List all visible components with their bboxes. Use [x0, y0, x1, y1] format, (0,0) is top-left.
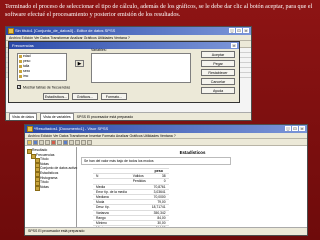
- variables-label: Variables:: [91, 48, 107, 52]
- statistics-button[interactable]: Estadísticos...: [43, 93, 69, 100]
- format-button[interactable]: Formato...: [101, 93, 127, 100]
- help-button[interactable]: Ayuda: [201, 87, 235, 94]
- statistics-table: peso N Válidos 38 Perdidos 0 Media 70,8761 Erro…: [93, 167, 169, 235]
- close-icon[interactable]: ×: [299, 126, 305, 131]
- data-editor-titlebar: Sin título1 [Conjunto_de_datos0] - Edito…: [6, 27, 251, 35]
- dialog-controls: ×: [231, 43, 237, 48]
- minimize-icon[interactable]: _: [229, 28, 235, 33]
- promote-icon[interactable]: [69, 140, 74, 145]
- collapse-icon[interactable]: [87, 140, 92, 145]
- cancel-button[interactable]: Cancelar: [201, 78, 235, 85]
- maximize-icon[interactable]: □: [236, 28, 242, 33]
- accept-button[interactable]: Aceptar: [201, 51, 235, 58]
- export-icon[interactable]: [51, 140, 56, 145]
- charts-button[interactable]: Gráficos...: [72, 93, 98, 100]
- selected-variables-list[interactable]: [91, 53, 191, 83]
- reset-button[interactable]: Restablecer: [201, 69, 235, 76]
- status-text: SPSS El procesador está preparado: [28, 229, 85, 233]
- slide: Terminado el proceso de seleccionar el t…: [0, 0, 320, 240]
- window-controls: _ □ ×: [285, 126, 305, 131]
- goto-data-icon[interactable]: [57, 140, 62, 145]
- paste-button[interactable]: Pegar: [201, 60, 235, 67]
- variable-item[interactable]: imc: [18, 74, 66, 79]
- open-file-icon[interactable]: [27, 140, 32, 145]
- demote-icon[interactable]: [75, 140, 80, 145]
- show-frequency-tables-checkbox[interactable]: Mostrar tablas de frecuencias: [17, 84, 71, 90]
- maximize-icon[interactable]: □: [292, 126, 298, 131]
- output-viewer-titlebar: *Resultados1 [Documento1] - Visor SPSS _…: [25, 125, 307, 133]
- checkbox-checked-icon[interactable]: [17, 84, 21, 89]
- slide-caption: Terminado el proceso de seleccionar el t…: [5, 4, 313, 19]
- output-viewer-toolbar: [25, 139, 307, 146]
- frequencies-dialog: Frecuencias × edad peso talla sexo imc ▶…: [8, 41, 240, 103]
- preview-icon[interactable]: [45, 140, 50, 145]
- dialog-button-column: Aceptar Pegar Restablecer Cancelar Ayuda: [201, 51, 235, 96]
- print-icon[interactable]: [39, 140, 44, 145]
- tab-data-view[interactable]: Vista de datos: [9, 113, 38, 120]
- close-icon[interactable]: ×: [231, 43, 237, 48]
- spss-app-icon: [8, 28, 14, 34]
- data-editor-window: Sin título1 [Conjunto_de_datos0] - Edito…: [5, 26, 252, 121]
- data-editor-statusbar: Vista de datos Vista de variables SPSS E…: [6, 112, 251, 120]
- output-outline-pane: Resultado Frecuencias Título Notas Conju…: [25, 147, 77, 227]
- output-viewer-title: *Resultados1 [Documento1] - Visor SPSS: [34, 126, 109, 131]
- checkbox-label: Mostrar tablas de frecuencias: [23, 85, 71, 90]
- output-viewer-statusbar: SPSS El procesador está preparado: [25, 227, 307, 235]
- dialog-bottom-buttons: Estadísticos... Gráficos... Formato...: [43, 93, 127, 102]
- move-variable-button[interactable]: ▶: [75, 60, 84, 67]
- minimize-icon[interactable]: _: [285, 126, 291, 131]
- chart-icon[interactable]: [63, 140, 68, 145]
- spss-viewer-icon: [27, 126, 33, 132]
- statistic-label: Error típ. de la media: [93, 188, 130, 195]
- data-editor-title: Sin título1 [Conjunto_de_datos0] - Edito…: [15, 28, 116, 33]
- close-icon[interactable]: ×: [243, 28, 249, 33]
- frequencies-dialog-title: Frecuencias: [12, 43, 34, 48]
- frequencies-dialog-titlebar: Frecuencias ×: [9, 42, 239, 49]
- window-controls: _ □ ×: [229, 28, 249, 33]
- tab-variable-view[interactable]: Vista de variables: [40, 113, 74, 120]
- save-icon[interactable]: [33, 140, 38, 145]
- status-text: SPSS El procesador está preparado: [76, 115, 134, 119]
- statistics-heading: Estadísticos: [179, 150, 206, 155]
- source-variable-list[interactable]: edad peso talla sexo imc: [17, 53, 67, 81]
- expand-icon[interactable]: [81, 140, 86, 145]
- output-content-pane: Estadísticos Se han del valor más bajo d…: [78, 147, 307, 235]
- outline-node-notes-2[interactable]: Notas: [35, 185, 75, 191]
- statistics-footnote: Se han del valor más bajo de todos los m…: [81, 157, 231, 165]
- output-viewer-window: *Resultados1 [Documento1] - Visor SPSS _…: [24, 124, 308, 236]
